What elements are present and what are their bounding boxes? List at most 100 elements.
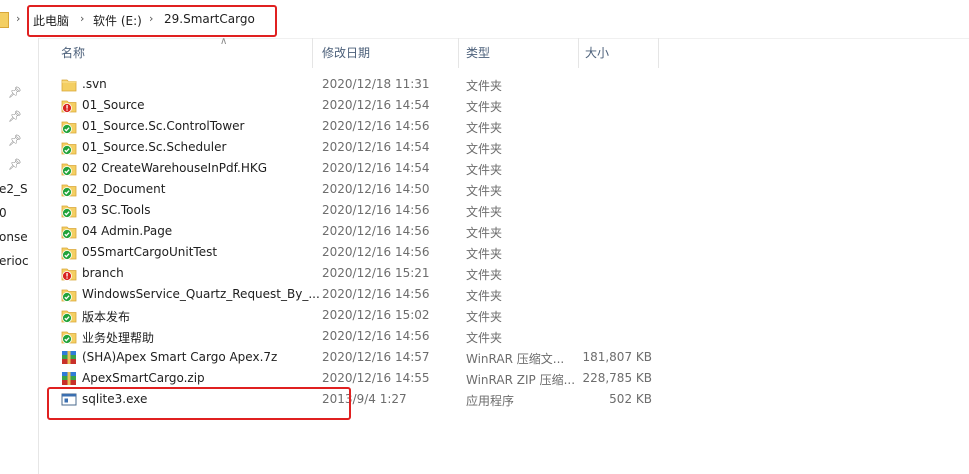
- file-date-modified: 2020/12/16 15:02: [322, 308, 430, 322]
- file-type: 文件夹: [466, 142, 503, 156]
- file-size: 228,785 KB: [582, 371, 652, 385]
- file-type: 文件夹: [466, 331, 503, 345]
- pin-icon[interactable]: 📌︎: [8, 86, 22, 99]
- file-type: 文件夹: [466, 310, 503, 324]
- file-name: (SHA)Apex Smart Cargo Apex.7z: [82, 350, 278, 364]
- folder-ok-icon: [61, 182, 77, 197]
- nav-item[interactable]: onse: [0, 230, 28, 244]
- folder-ok-icon: [61, 329, 77, 344]
- folder-ok-icon: [61, 287, 77, 302]
- annotation-highlight-box: [47, 387, 351, 420]
- file-date-modified: 2020/12/16 14:56: [322, 287, 430, 301]
- file-row[interactable]: (SHA)Apex Smart Cargo Apex.7z 2020/12/16 …: [40, 347, 660, 368]
- file-size: 502 KB: [609, 392, 652, 406]
- file-row[interactable]: 01_Source.Sc.Scheduler 2020/12/16 14:54 文件…: [40, 137, 660, 158]
- file-type: 文件夹: [466, 268, 503, 282]
- file-name: 01_Source: [82, 98, 145, 112]
- file-name: 01_Source.Sc.Scheduler: [82, 140, 227, 154]
- file-date-modified: 2020/12/16 14:56: [322, 119, 430, 133]
- column-header-label: 名称: [61, 46, 86, 60]
- file-date-modified: 2020/12/16 14:56: [322, 203, 430, 217]
- column-header-size[interactable]: 大小: [579, 38, 659, 68]
- file-row[interactable]: .svn 2020/12/18 11:31 文件夹: [40, 74, 660, 95]
- file-row[interactable]: 02 CreateWarehouseInPdf.HKG 2020/12/16 14…: [40, 158, 660, 179]
- file-row[interactable]: 02_Document 2020/12/16 14:50 文件夹: [40, 179, 660, 200]
- pin-icon[interactable]: 📌︎: [8, 158, 22, 171]
- folder-ok-icon: [61, 224, 77, 239]
- file-date-modified: 2020/12/16 14:54: [322, 140, 430, 154]
- pin-icon[interactable]: 📌︎: [8, 110, 22, 123]
- column-headers: ∧ 名称 修改日期 类型 大小: [40, 36, 969, 68]
- file-row[interactable]: 01_Source 2020/12/16 14:54 文件夹: [40, 95, 660, 116]
- file-row[interactable]: 业务处理帮助 2020/12/16 14:56 文件夹: [40, 326, 660, 347]
- file-date-modified: 2020/12/18 11:31: [322, 77, 430, 91]
- file-date-modified: 2020/12/16 14:56: [322, 224, 430, 238]
- column-header-label: 大小: [585, 46, 610, 60]
- column-header-label: 类型: [466, 46, 491, 60]
- file-row[interactable]: 01_Source.Sc.ControlTower 2020/12/16 14:5…: [40, 116, 660, 137]
- file-name: ApexSmartCargo.zip: [82, 371, 205, 385]
- file-name: 01_Source.Sc.ControlTower: [82, 119, 245, 133]
- file-size: 181,807 KB: [582, 350, 652, 364]
- file-row[interactable]: branch 2020/12/16 15:21 文件夹: [40, 263, 660, 284]
- file-date-modified: 2020/12/16 14:57: [322, 350, 430, 364]
- annotation-highlight-box: [27, 5, 277, 37]
- file-date-modified: 2020/12/16 14:54: [322, 161, 430, 175]
- folder-icon: [0, 12, 9, 28]
- column-header-type[interactable]: 类型: [459, 38, 579, 68]
- file-type: 文件夹: [466, 205, 503, 219]
- folder-ok-icon: [61, 161, 77, 176]
- file-date-modified: 2020/12/16 14:55: [322, 371, 430, 385]
- folder-icon: [61, 77, 77, 92]
- column-header-name[interactable]: 名称: [40, 38, 313, 68]
- file-name: 02 CreateWarehouseInPdf.HKG: [82, 161, 268, 175]
- nav-item[interactable]: e2_S: [0, 182, 28, 196]
- nav-item[interactable]: erioc: [0, 254, 29, 268]
- nav-item[interactable]: 0: [0, 206, 7, 220]
- pin-icon[interactable]: 📌︎: [8, 134, 22, 147]
- file-name: 03 SC.Tools: [82, 203, 151, 217]
- file-type: 文件夹: [466, 289, 503, 303]
- file-row[interactable]: 04 Admin.Page 2020/12/16 14:56 文件夹: [40, 221, 660, 242]
- file-date-modified: 2020/12/16 14:56: [322, 245, 430, 259]
- navigation-pane[interactable]: 📌︎ 📌︎ 📌︎ 📌︎ e2_S 0 onse erioc: [0, 38, 39, 474]
- file-type: 文件夹: [466, 184, 503, 198]
- file-name: branch: [82, 266, 124, 280]
- file-type: 应用程序: [466, 394, 515, 408]
- file-type: 文件夹: [466, 100, 503, 114]
- file-type: WinRAR ZIP 压缩...: [466, 373, 576, 387]
- file-type: 文件夹: [466, 247, 503, 261]
- file-date-modified: 2020/12/16 15:21: [322, 266, 430, 280]
- file-row[interactable]: 05SmartCargoUnitTest 2020/12/16 14:56 文件夹: [40, 242, 660, 263]
- file-name: 02_Document: [82, 182, 166, 196]
- file-row[interactable]: ApexSmartCargo.zip 2020/12/16 14:55 WinRAR…: [40, 368, 660, 389]
- winrar-archive-icon: [61, 371, 77, 386]
- column-header-date[interactable]: 修改日期: [313, 38, 459, 68]
- file-date-modified: 2020/12/16 14:50: [322, 182, 430, 196]
- file-name: 04 Admin.Page: [82, 224, 173, 238]
- file-name: 05SmartCargoUnitTest: [82, 245, 218, 259]
- folder-conflict-icon: [61, 98, 77, 113]
- chevron-right-icon[interactable]: ›: [16, 12, 20, 25]
- folder-ok-icon: [61, 119, 77, 134]
- folder-ok-icon: [61, 308, 77, 323]
- file-type: 文件夹: [466, 79, 503, 93]
- file-date-modified: 2020/12/16 14:54: [322, 98, 430, 112]
- folder-ok-icon: [61, 203, 77, 218]
- file-name: 版本发布: [82, 310, 131, 324]
- file-type: 文件夹: [466, 163, 503, 177]
- file-name: WindowsService_Quartz_Request_By_...: [82, 287, 320, 301]
- file-date-modified: 2020/12/16 14:56: [322, 329, 430, 343]
- file-row[interactable]: 版本发布 2020/12/16 15:02 文件夹: [40, 305, 660, 326]
- file-name: 业务处理帮助: [82, 331, 155, 345]
- file-type: WinRAR 压缩文...: [466, 352, 565, 366]
- file-name: .svn: [82, 77, 107, 91]
- folder-conflict-icon: [61, 266, 77, 281]
- column-header-label: 修改日期: [322, 46, 371, 60]
- file-row[interactable]: 03 SC.Tools 2020/12/16 14:56 文件夹: [40, 200, 660, 221]
- folder-ok-icon: [61, 140, 77, 155]
- folder-ok-icon: [61, 245, 77, 260]
- winrar-archive-icon: [61, 350, 77, 365]
- file-type: 文件夹: [466, 226, 503, 240]
- file-row[interactable]: WindowsService_Quartz_Request_By_... 2020…: [40, 284, 660, 305]
